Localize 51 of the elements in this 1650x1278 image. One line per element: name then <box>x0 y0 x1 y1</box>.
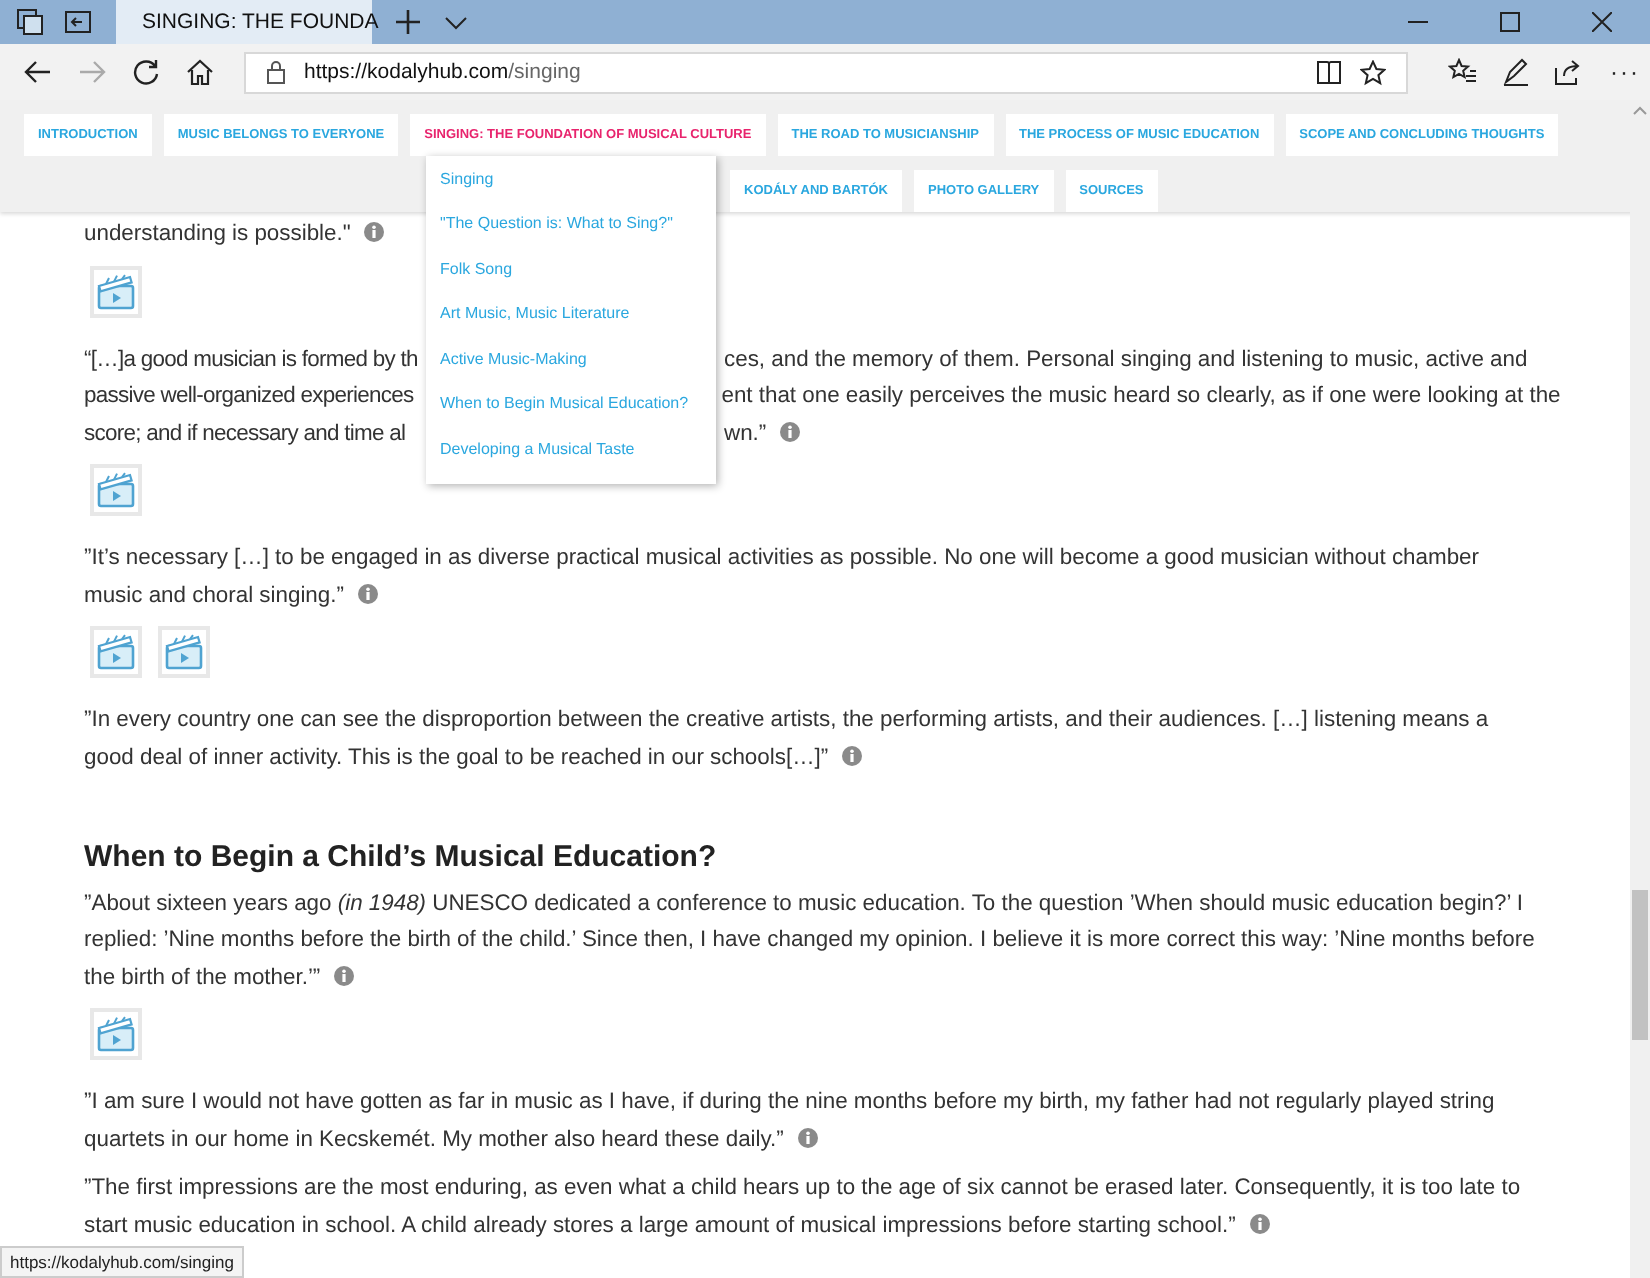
refresh-icon[interactable] <box>132 58 160 86</box>
status-url: https://kodalyhub.com/singing <box>0 1246 244 1278</box>
info-icon[interactable] <box>797 1127 818 1147</box>
menu-item[interactable]: Folk Song <box>440 259 716 305</box>
back-tab-icon[interactable] <box>64 8 92 36</box>
quote-paragraph: ”In every country one can see the disproportion between the creative artists, the performing artists, and their audiences. […] listening means a good deal of inner activity. This is the goal to be reached in our schools[…]” <box>84 706 1491 773</box>
share-icon[interactable] <box>1554 58 1582 86</box>
url-text: https://kodalyhub.com/singing <box>304 60 581 84</box>
book-icon[interactable] <box>1316 60 1342 84</box>
video-clapperboard-icon[interactable] <box>90 1008 142 1060</box>
quote-text: wn.” <box>724 415 801 452</box>
quote-paragraph: ”The first impressions are the most enduring, as even what a child hears up to the age of six cannot be erased later. Consequently, it is too late to start music education in school. A child already stores a large amount of musical impressions before starting school.” <box>84 1174 1523 1241</box>
video-clapperboard-icon[interactable] <box>158 626 210 678</box>
new-tab-icon[interactable] <box>394 8 422 36</box>
info-icon[interactable] <box>780 421 801 441</box>
info-icon[interactable] <box>334 965 355 985</box>
quote-paragraph: ”About sixteen years ago (in 1948) UNESCO dedicated a conference to music education. To the question ’When should music education begin?’ I replied: ’Nine months before the birth of the child.’ Since then, I have changed my opinion. I believe it is more correct this way: ’Nine months before the birth of the mother.’” <box>84 889 1537 993</box>
home-icon[interactable] <box>186 58 214 86</box>
quote-paragraph: ”I am sure I would not have gotten as far in music as I have, if during the nine months before my birth, my father had not regularly played string quartets in our home in Kecskemét. My mother also heard these daily.” <box>84 1088 1497 1155</box>
quote-text: ent that one easily perceives the music heard so clearly, as if one were looking at the <box>721 382 1561 412</box>
menu-item[interactable]: Singing <box>440 170 716 215</box>
menu-item[interactable]: Art Music, Music Literature <box>440 304 716 350</box>
address-field[interactable]: https://kodalyhub.com/singing <box>244 51 1408 93</box>
scrollbar-drawing[interactable] <box>1630 100 1650 1278</box>
info-icon[interactable] <box>842 745 863 765</box>
favorites-icon[interactable] <box>1448 58 1478 86</box>
quote-paragraph: ”It’s necessary […] to be engaged in as diverse practical musical activities as possible. No one will become a good musician without chamber music and choral singing.” <box>84 544 1481 611</box>
menu-item[interactable]: Developing a Musical Taste <box>440 439 716 484</box>
lock-icon <box>266 60 286 84</box>
info-icon[interactable] <box>357 583 378 603</box>
back-arrow-icon[interactable] <box>24 58 52 86</box>
info-icon[interactable] <box>364 222 385 242</box>
menu-item[interactable]: When to Begin Musical Education? <box>440 394 716 440</box>
menu-item[interactable]: Active Music-Making <box>440 349 716 395</box>
quote-text: passive well-organized experiences <box>84 382 414 412</box>
tabs-aside-icon[interactable] <box>16 8 44 36</box>
pen-icon[interactable] <box>1502 58 1530 86</box>
more-button[interactable]: ··· <box>1610 58 1640 86</box>
quote-paragraph: understanding is possible." <box>84 216 385 253</box>
star-icon[interactable] <box>1360 59 1386 85</box>
quote-text: ces, and the memory of them. Personal singing and listening to music, active and <box>724 345 1528 375</box>
menu-item[interactable]: "The Question is: What to Sing?" <box>440 214 716 260</box>
video-clapperboard-icon[interactable] <box>90 265 142 317</box>
quote-text: score; and if necessary and time al <box>84 419 408 449</box>
quote-text: “[…]a good musician is formed by th <box>84 345 416 375</box>
video-clapperboard-icon[interactable] <box>90 464 142 516</box>
section-heading: When to Begin a Child’s Musical Education? <box>84 840 719 877</box>
info-icon[interactable] <box>1249 1213 1270 1233</box>
close-icon[interactable] <box>1592 12 1612 32</box>
maximize-icon[interactable] <box>1500 12 1520 32</box>
video-clapperboard-icon[interactable] <box>90 626 142 678</box>
